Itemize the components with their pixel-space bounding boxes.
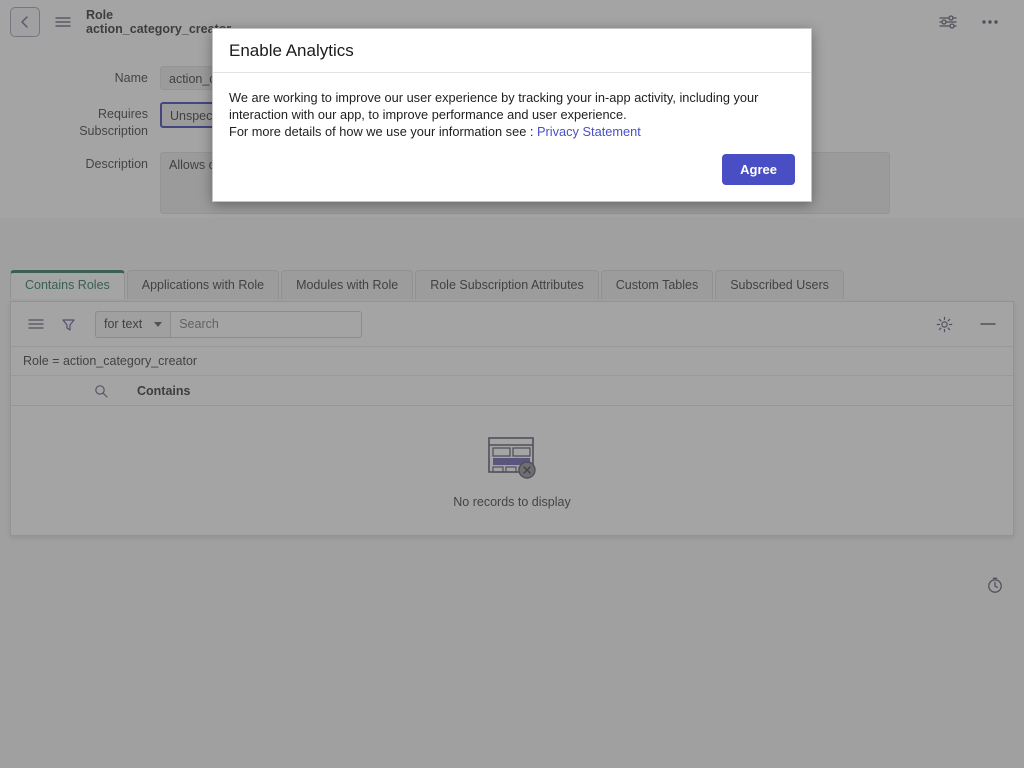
dialog-header: Enable Analytics <box>213 29 811 73</box>
dialog-footer: Agree <box>213 146 811 201</box>
dialog-paragraph-2-prefix: For more details of how we use your info… <box>229 124 537 140</box>
dialog-body: We are working to improve our user exper… <box>213 73 811 146</box>
enable-analytics-dialog: Enable Analytics We are working to impro… <box>212 28 812 203</box>
dialog-paragraph-2: For more details of how we use your info… <box>229 123 795 140</box>
agree-button[interactable]: Agree <box>722 154 795 186</box>
privacy-statement-link[interactable]: Privacy Statement <box>537 124 641 139</box>
dialog-paragraph-1: We are working to improve our user exper… <box>229 90 759 123</box>
dialog-title: Enable Analytics <box>229 41 354 60</box>
app-root: Role action_category_creator <box>0 0 1024 768</box>
